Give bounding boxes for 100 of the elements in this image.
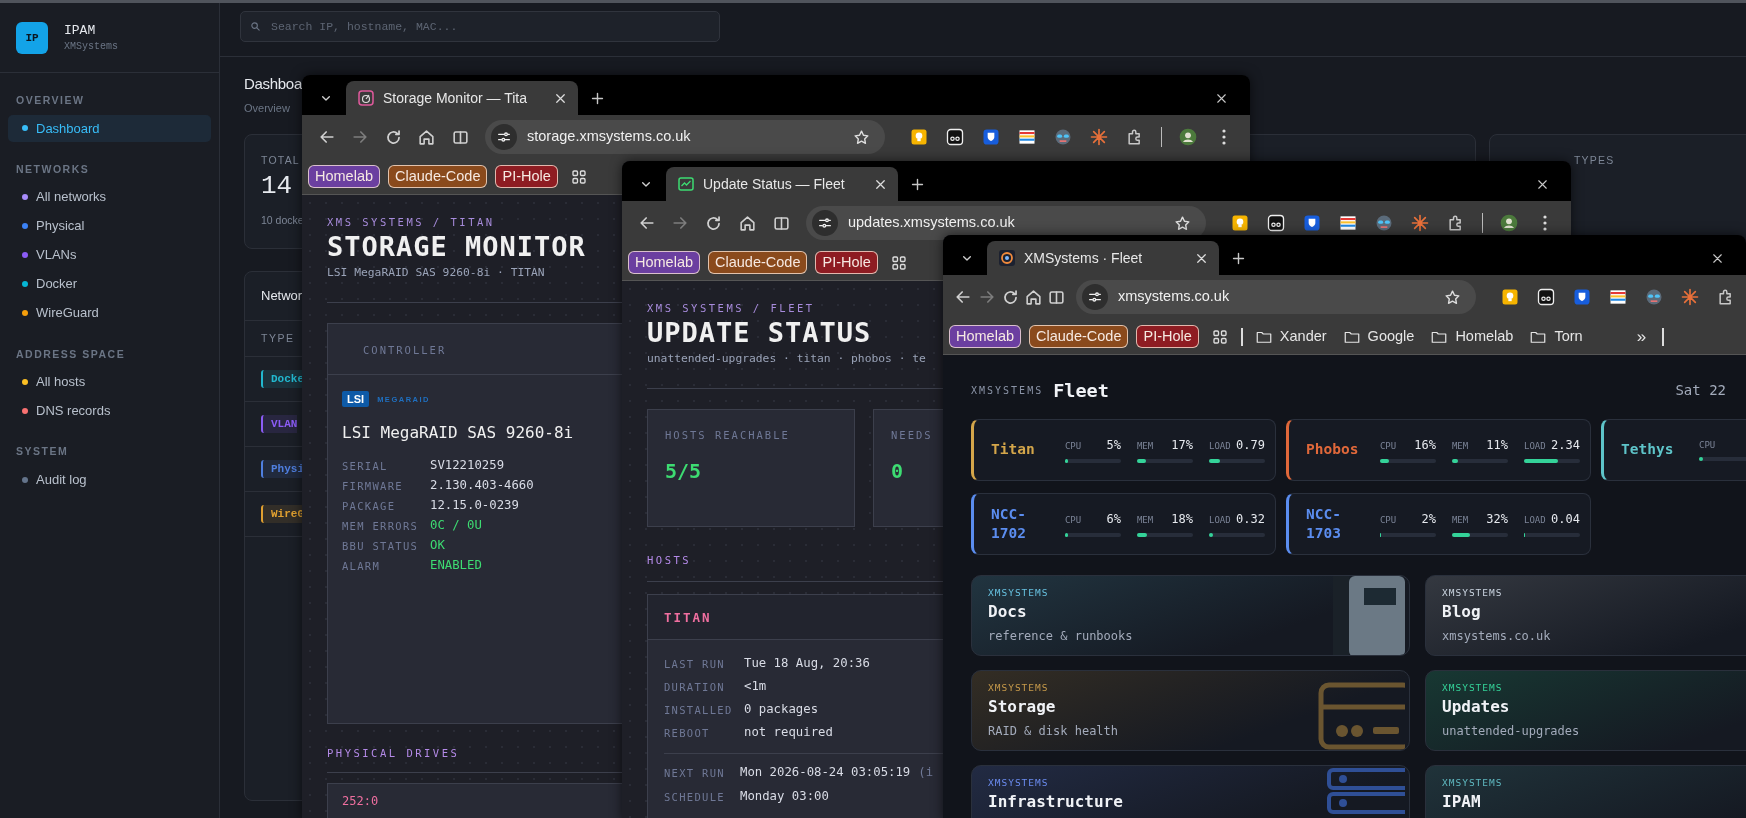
metric-value: 2.34	[1551, 437, 1580, 455]
metric-label: MEM	[1451, 514, 1469, 528]
metric-value: 0.04	[1551, 511, 1580, 529]
home-icon[interactable]	[417, 127, 437, 147]
metric-label: LOAD	[1208, 514, 1231, 528]
reload-icon[interactable]	[384, 127, 403, 147]
nav-link[interactable]: WireGuard	[8, 299, 211, 327]
starburst-icon[interactable]	[1409, 213, 1430, 233]
apps-icon[interactable]	[1210, 327, 1229, 346]
reload-icon[interactable]	[1001, 287, 1020, 307]
site-info-icon[interactable]	[816, 215, 833, 231]
stat-label: HOSTS REACHABLE	[665, 428, 791, 444]
stat-label: TYPES	[1573, 153, 1615, 168]
app-card[interactable]: XMSYSTEMS Updates unattended-upgrades	[1425, 669, 1746, 751]
face-icon[interactable]	[945, 127, 966, 147]
host-card[interactable]: Titan CPU 5% MEM 17% LOAD 0.79	[971, 418, 1276, 481]
face-icon[interactable]	[1536, 287, 1556, 307]
address-field[interactable]: xmsystems.co.uk	[1076, 280, 1476, 314]
field-label: SCHEDULE	[664, 790, 725, 803]
nav-link[interactable]: VLANs	[8, 241, 211, 269]
page-subtitle: LSI MegaRAID SAS 9260-8i · TITAN	[327, 265, 545, 282]
card-heading: CONTROLLER	[363, 344, 447, 357]
host-card[interactable]: Tethys CPU	[1601, 418, 1746, 481]
field-value: Tue 18 Aug, 20:36	[744, 655, 870, 673]
app-card[interactable]: XMSYSTEMS Storage RAID & disk health	[971, 669, 1410, 751]
metric-label: LOAD	[1523, 440, 1546, 454]
nav-link[interactable]: All networks	[8, 183, 211, 211]
shield-icon[interactable]	[1572, 287, 1592, 307]
avatar-icon[interactable]	[1498, 213, 1519, 233]
starburst-icon[interactable]	[1680, 287, 1700, 307]
site-info-icon[interactable]	[1087, 289, 1103, 305]
brand-label: XMSYSTEMS	[971, 384, 1044, 399]
app-card[interactable]: XMSYSTEMS Blog xmsystems.co.uk	[1425, 574, 1746, 656]
browser-tab[interactable]: Storage Monitor — Tita	[346, 81, 578, 115]
metric-label: CPU	[1064, 440, 1082, 454]
bookmark-link[interactable]: Homelab	[628, 251, 701, 274]
bookmark-link[interactable]: PI-Hole	[815, 251, 878, 274]
site-info-icon[interactable]	[496, 129, 513, 145]
card-kicker: XMSYSTEMS	[988, 775, 1049, 790]
nav-link[interactable]: Audit log	[8, 466, 211, 493]
bookmark-link[interactable]: Homelab	[949, 325, 1022, 348]
home-icon[interactable]	[738, 213, 758, 233]
bookmark-link[interactable]: Claude-Code	[1029, 325, 1129, 348]
nav-link[interactable]: Docker	[8, 270, 211, 298]
host-name: Tethys	[1621, 440, 1675, 460]
app-logo: IP	[16, 21, 48, 54]
metric-label: MEM	[1136, 514, 1154, 528]
host-card[interactable]: NCC-1703 CPU 2% MEM 32% LOAD 0.04	[1286, 492, 1591, 555]
shield-icon[interactable]	[981, 127, 1002, 147]
search-field[interactable]: Search IP, hostname, MAC...	[240, 11, 720, 42]
field-value: 0 packages	[744, 701, 819, 719]
bookmark-star-icon[interactable]	[1443, 287, 1462, 307]
starburst-icon[interactable]	[1089, 127, 1110, 147]
card-title: Docs	[988, 601, 1027, 623]
metric-value: 0.79	[1236, 437, 1265, 455]
page-subtitle: unattended-upgrades · titan · phobos · te	[647, 351, 926, 368]
bookmark-link[interactable]: PI-Hole	[495, 165, 558, 188]
face-icon[interactable]	[1265, 213, 1286, 233]
nav-link[interactable]: Dashboard	[8, 114, 211, 142]
host-card[interactable]: NCC-1702 CPU 6% MEM 18% LOAD 0.32	[971, 492, 1276, 555]
browser-tab[interactable]: XMSystems · Fleet	[987, 241, 1219, 275]
bookmark-folder[interactable]: Homelab	[1426, 325, 1518, 348]
app-card[interactable]: XMSYSTEMS Docs reference & runbooks	[971, 574, 1410, 656]
bulb-icon[interactable]	[909, 127, 930, 147]
address-field[interactable]: updates.xmsystems.co.uk	[805, 206, 1206, 240]
target-icon	[999, 250, 1015, 266]
metric-label: CPU	[1379, 440, 1397, 454]
bookmark-folder[interactable]: Google	[1338, 325, 1419, 348]
menu-icon[interactable]	[1222, 129, 1227, 145]
bookmark-folder[interactable]: Xander	[1250, 325, 1331, 348]
field-value: <1m	[744, 678, 767, 696]
metric-label: MEM	[1136, 440, 1154, 454]
bookmark-link[interactable]: Claude-Code	[388, 165, 488, 188]
apps-icon[interactable]	[889, 253, 908, 272]
nav-link[interactable]: DNS records	[8, 397, 211, 425]
app-card[interactable]: XMSYSTEMS Infrastructure	[971, 764, 1410, 818]
more-bookmarks-button[interactable]: »	[1628, 323, 1655, 350]
bookmark-link[interactable]: Homelab	[308, 165, 381, 188]
avatar-icon[interactable]	[1178, 127, 1199, 147]
stripes-icon[interactable]	[1017, 127, 1038, 147]
app-card[interactable]: XMSYSTEMS IPAM	[1425, 764, 1746, 818]
address-field[interactable]: storage.xmsystems.co.uk	[485, 120, 886, 154]
apps-icon[interactable]	[569, 167, 588, 186]
menu-icon[interactable]	[1542, 215, 1547, 231]
nav-link[interactable]: Physical	[8, 212, 211, 240]
stat-label: NEEDS	[891, 428, 934, 444]
nav-link[interactable]: All hosts	[8, 368, 211, 396]
metric-value: 16%	[1414, 437, 1436, 455]
metric-label: LOAD	[1208, 440, 1231, 454]
field-value: Monday 03:00	[740, 787, 829, 805]
stripes-icon[interactable]	[1608, 287, 1628, 307]
browser-tab[interactable]: Update Status — Fleet	[666, 167, 898, 201]
bookmark-link[interactable]: PI-Hole	[1136, 325, 1199, 348]
bulb-icon[interactable]	[1500, 287, 1520, 307]
bookmark-link[interactable]: Claude-Code	[708, 251, 808, 274]
host-card[interactable]: Phobos CPU 16% MEM 11% LOAD 2.34	[1286, 418, 1591, 481]
home-icon[interactable]	[1024, 287, 1043, 307]
card-subtitle: xmsystems.co.uk	[1442, 628, 1551, 645]
goggles-icon[interactable]	[1644, 287, 1664, 307]
bookmark-folder[interactable]: Torn	[1525, 325, 1587, 348]
